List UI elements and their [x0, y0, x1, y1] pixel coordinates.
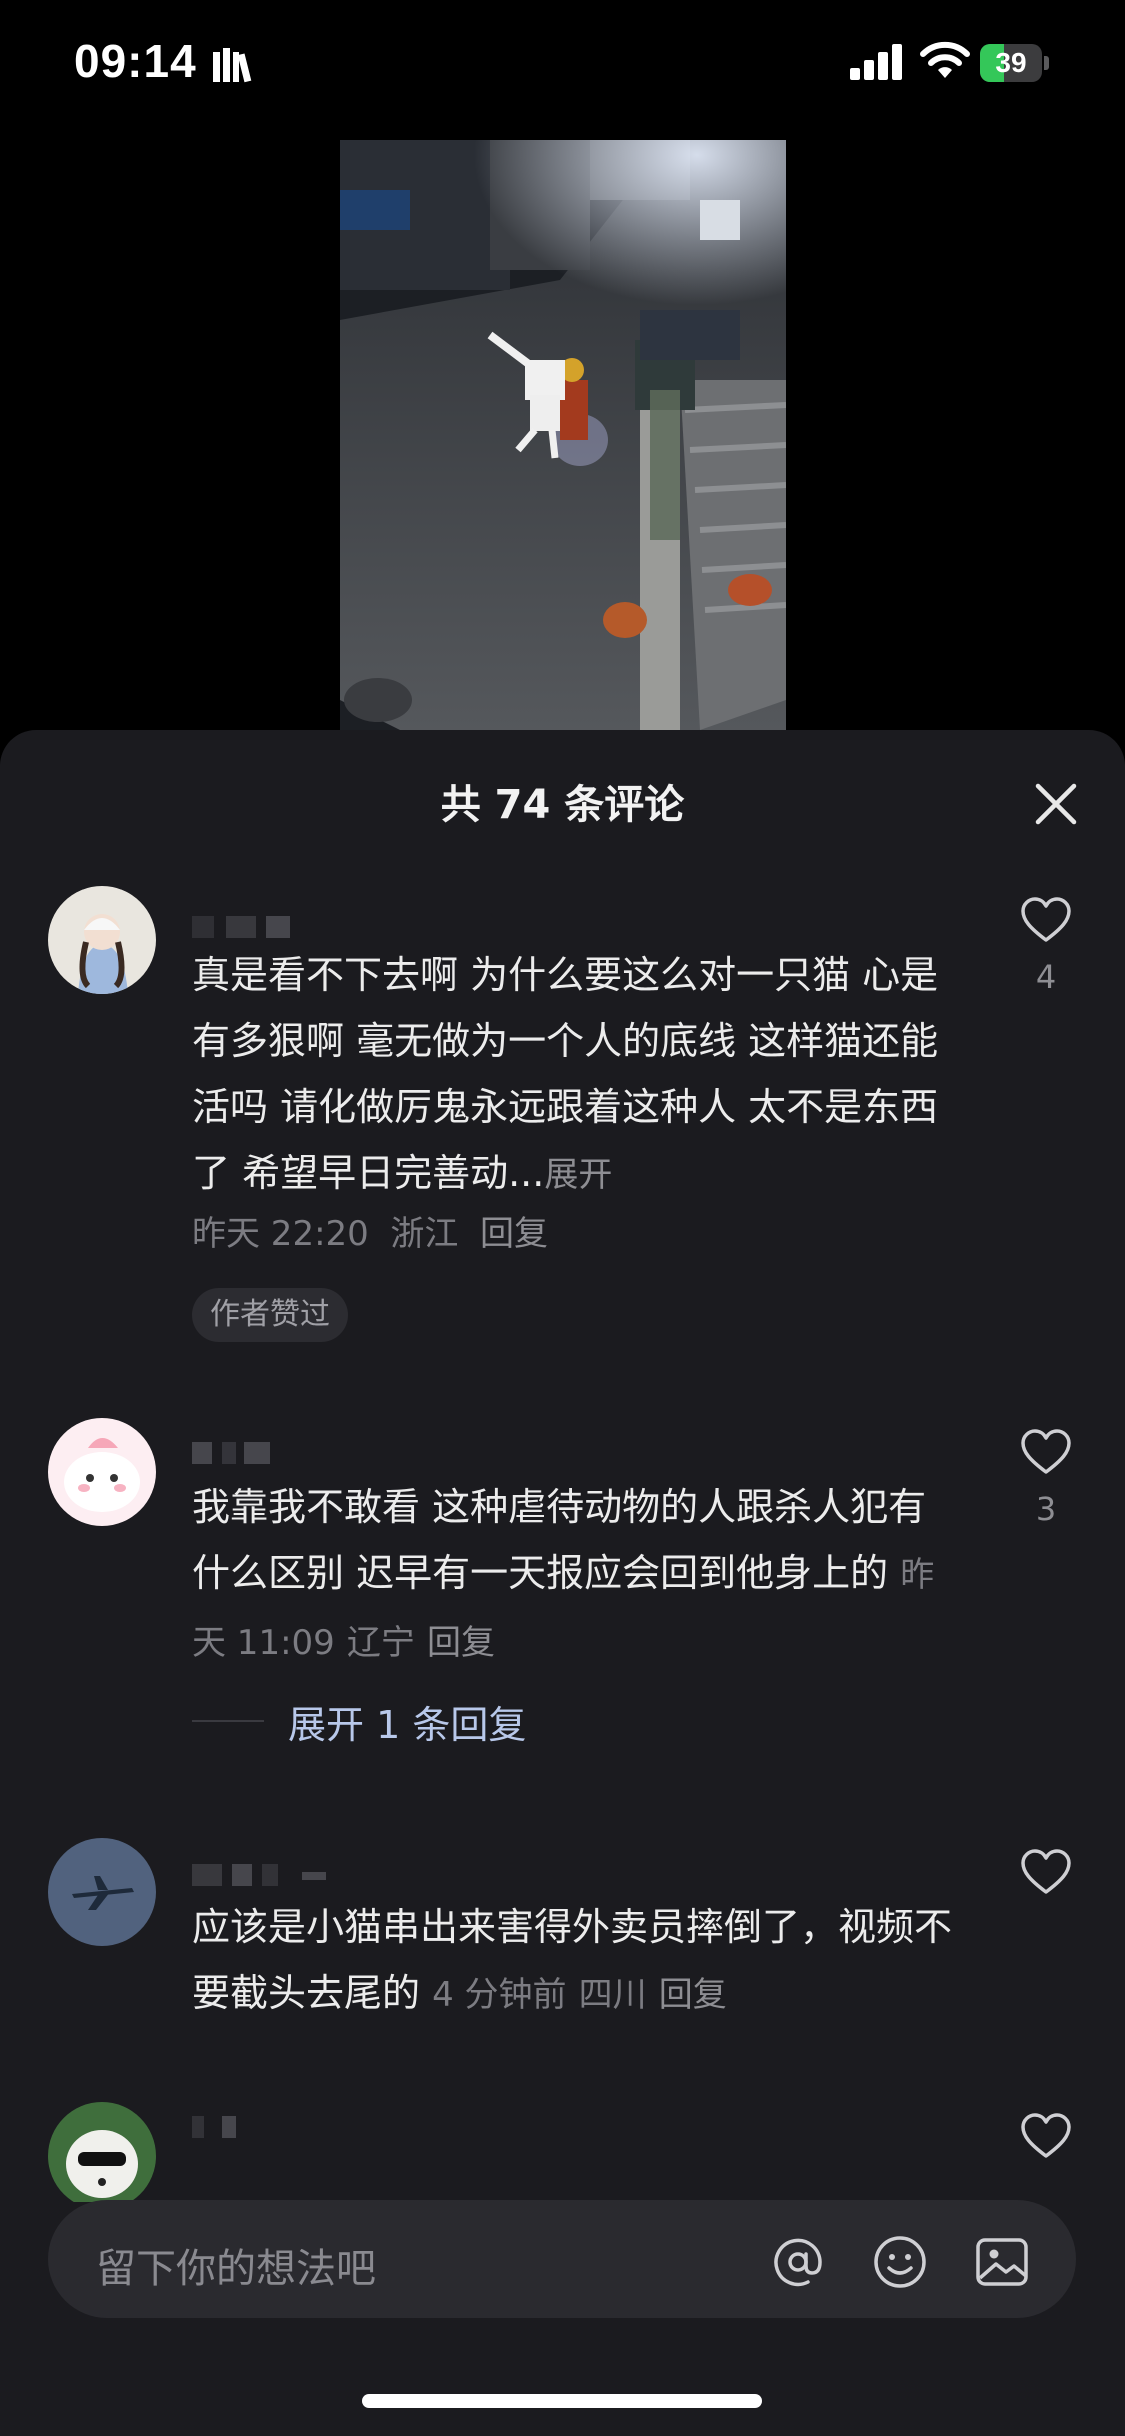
- books-icon: [213, 48, 252, 83]
- reply-link[interactable]: 回复: [480, 1214, 548, 1254]
- image-icon[interactable]: [972, 2232, 1032, 2292]
- avatar[interactable]: [48, 886, 156, 994]
- heart-icon[interactable]: [1020, 896, 1072, 944]
- comments-sheet: 共 74 条评论 真是看不下去啊 为什么要这么对一只猫 心是有多狠啊 毫无做为一…: [0, 730, 1125, 2436]
- expand-text-link[interactable]: 展开: [544, 1155, 612, 1195]
- avatar[interactable]: [48, 1418, 156, 1526]
- comment-time: 昨天 22:20: [192, 1214, 369, 1254]
- comment-location: 浙江: [390, 1214, 459, 1254]
- comment-meta: 昨天 22:20 浙江 回复: [192, 1206, 548, 1255]
- comment-time: 4 分钟前: [432, 1975, 567, 2015]
- sheet-title: 共 74 条评论: [440, 782, 685, 828]
- comment-text: 我靠我不敢看 这种虐待动物的人跟杀人犯有什么区别 迟早有一天报应会回到他身上的 …: [192, 1485, 935, 1663]
- avatar[interactable]: [48, 2102, 156, 2202]
- home-indicator[interactable]: [362, 2394, 762, 2408]
- username-redacted[interactable]: [192, 2116, 332, 2138]
- at-icon[interactable]: [768, 2232, 828, 2292]
- wifi-icon: [920, 41, 970, 78]
- comment-location: 四川: [578, 1975, 647, 2015]
- heart-icon[interactable]: [1020, 1428, 1072, 1476]
- video-player[interactable]: [340, 140, 786, 730]
- username-redacted[interactable]: [192, 916, 332, 938]
- comment-item: [0, 2102, 1125, 2202]
- comment-input[interactable]: 留下你的想法吧: [48, 2200, 1076, 2318]
- video-frame: [340, 140, 786, 730]
- author-liked-badge: 作者赞过: [192, 1288, 348, 1342]
- comment-text: 应该是小猫串出来害得外卖员摔倒了，视频不要截头去尾的 4 分钟前 四川 回复: [192, 1905, 953, 2015]
- battery-level: 39: [995, 47, 1027, 78]
- heart-icon[interactable]: [1020, 2112, 1072, 2160]
- emoji-icon[interactable]: [870, 2232, 930, 2292]
- battery-icon: 39: [980, 44, 1050, 82]
- comment-location: 辽宁: [346, 1623, 415, 1663]
- reply-link[interactable]: 回复: [659, 1975, 727, 2015]
- reply-link[interactable]: 回复: [427, 1623, 495, 1663]
- comment-text: 真是看不下去啊 为什么要这么对一只猫 心是有多狠啊 毫无做为一个人的底线 这样猫…: [192, 953, 939, 1195]
- expand-replies-label: 展开 1 条回复: [288, 1703, 527, 1747]
- status-bar: 09:14 39: [0, 0, 1125, 130]
- comment-input-placeholder: 留下你的想法吧: [96, 2246, 376, 2292]
- username-redacted[interactable]: [192, 1442, 332, 1464]
- signal-icon: [850, 44, 902, 80]
- heart-icon[interactable]: [1020, 1848, 1072, 1896]
- username-redacted[interactable]: [192, 1864, 332, 1886]
- like-count: 4: [1035, 958, 1057, 996]
- like-count: 3: [1035, 1490, 1057, 1528]
- status-time: 09:14: [74, 35, 197, 87]
- avatar[interactable]: [48, 1838, 156, 1946]
- close-icon[interactable]: [1032, 780, 1080, 828]
